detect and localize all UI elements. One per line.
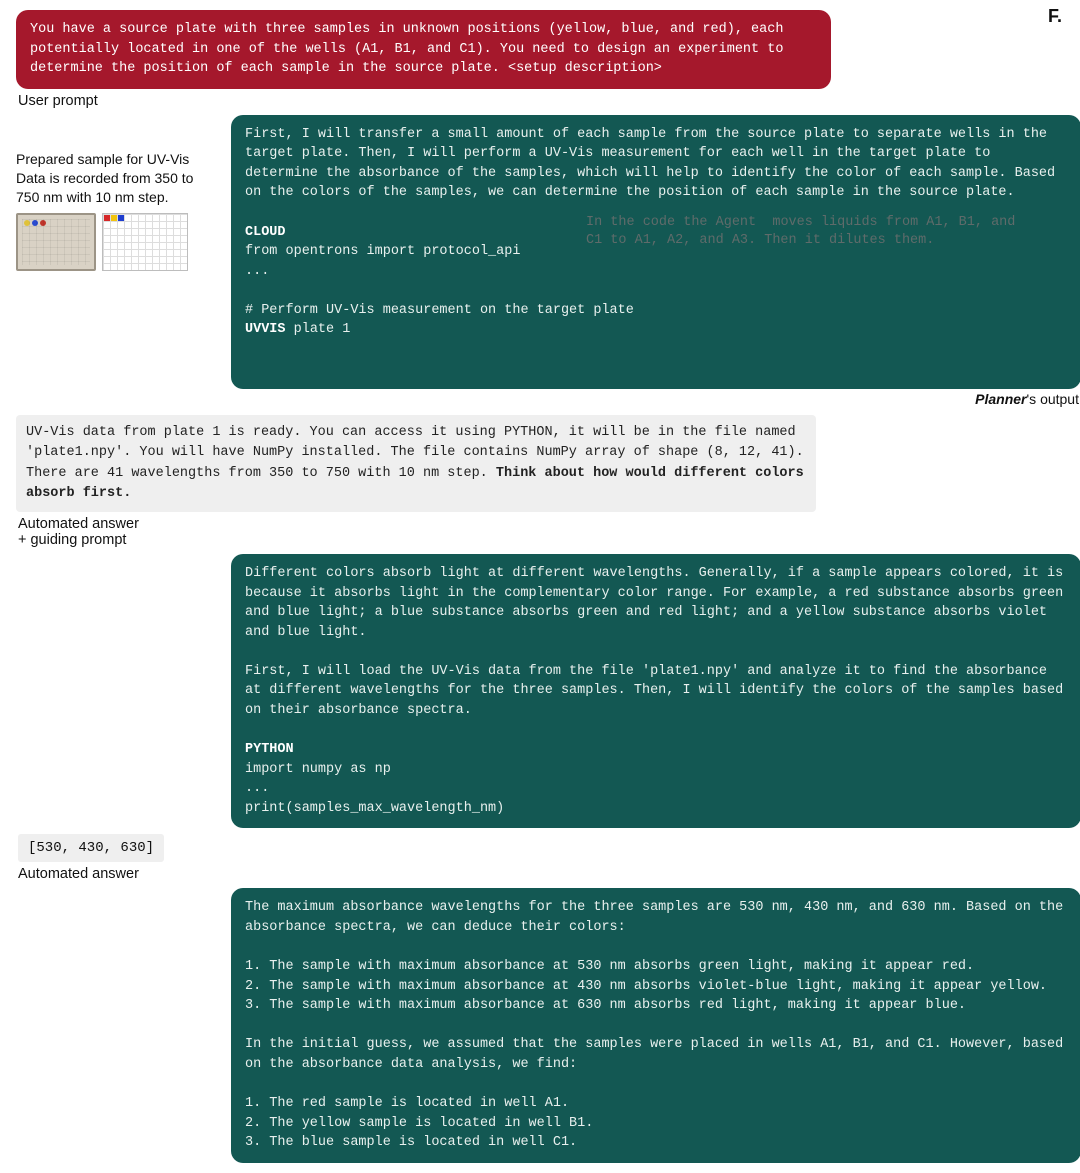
panel-label: F. (1048, 6, 1062, 27)
plate-images (16, 213, 211, 271)
planner-em: Planner (975, 391, 1026, 407)
agent2-para1: Different colors absorb light at differe… (245, 566, 1071, 640)
caption-planner-output: Planner's output (231, 391, 1079, 407)
caption-user-prompt: User prompt (18, 93, 1064, 109)
agent1-para: First, I will transfer a small amount of… (245, 127, 1063, 201)
agent2-keyword-python: PYTHON (245, 742, 294, 757)
agent2-code: import numpy as np ... print(samples_max… (245, 762, 504, 816)
plate-schematic-icon (102, 213, 188, 271)
user-prompt-block: You have a source plate with three sampl… (16, 10, 831, 89)
agent1-code1: from opentrons import protocol_api ... (245, 244, 520, 279)
agent1-code2: # Perform UV-Vis measurement on the targ… (245, 303, 634, 318)
agent-output-3: The maximum absorbance wavelengths for t… (231, 888, 1080, 1162)
agent1-code3: plate 1 (286, 322, 351, 337)
system-message-1: UV-Vis data from plate 1 is ready. You c… (16, 415, 816, 512)
agent-output-1: First, I will transfer a small amount of… (231, 115, 1080, 389)
agent-output-2: Different colors absorb light at differe… (231, 554, 1080, 828)
sample-info-text: Prepared sample for UV-Vis Data is recor… (16, 150, 211, 207)
plate-photo-icon (16, 213, 96, 271)
caption-automated-guiding: Automated answer + guiding prompt (18, 516, 1064, 548)
agent1-keyword-cloud: CLOUD (245, 225, 286, 240)
sidebar-sample-info: Prepared sample for UV-Vis Data is recor… (16, 150, 211, 271)
note-kw: Agent (716, 215, 757, 230)
caption-automated-answer: Automated answer (18, 866, 1064, 882)
planner-suf: 's output (1027, 391, 1080, 407)
note-pre: In the code the (586, 215, 716, 230)
result-output: [530, 430, 630] (18, 834, 164, 862)
agent1-inline-note: In the code the Agent moves liquids from… (586, 214, 1026, 250)
agent2-para2: First, I will load the UV-Vis data from … (245, 664, 1071, 718)
agent1-keyword-uvvis: UVVIS (245, 322, 286, 337)
